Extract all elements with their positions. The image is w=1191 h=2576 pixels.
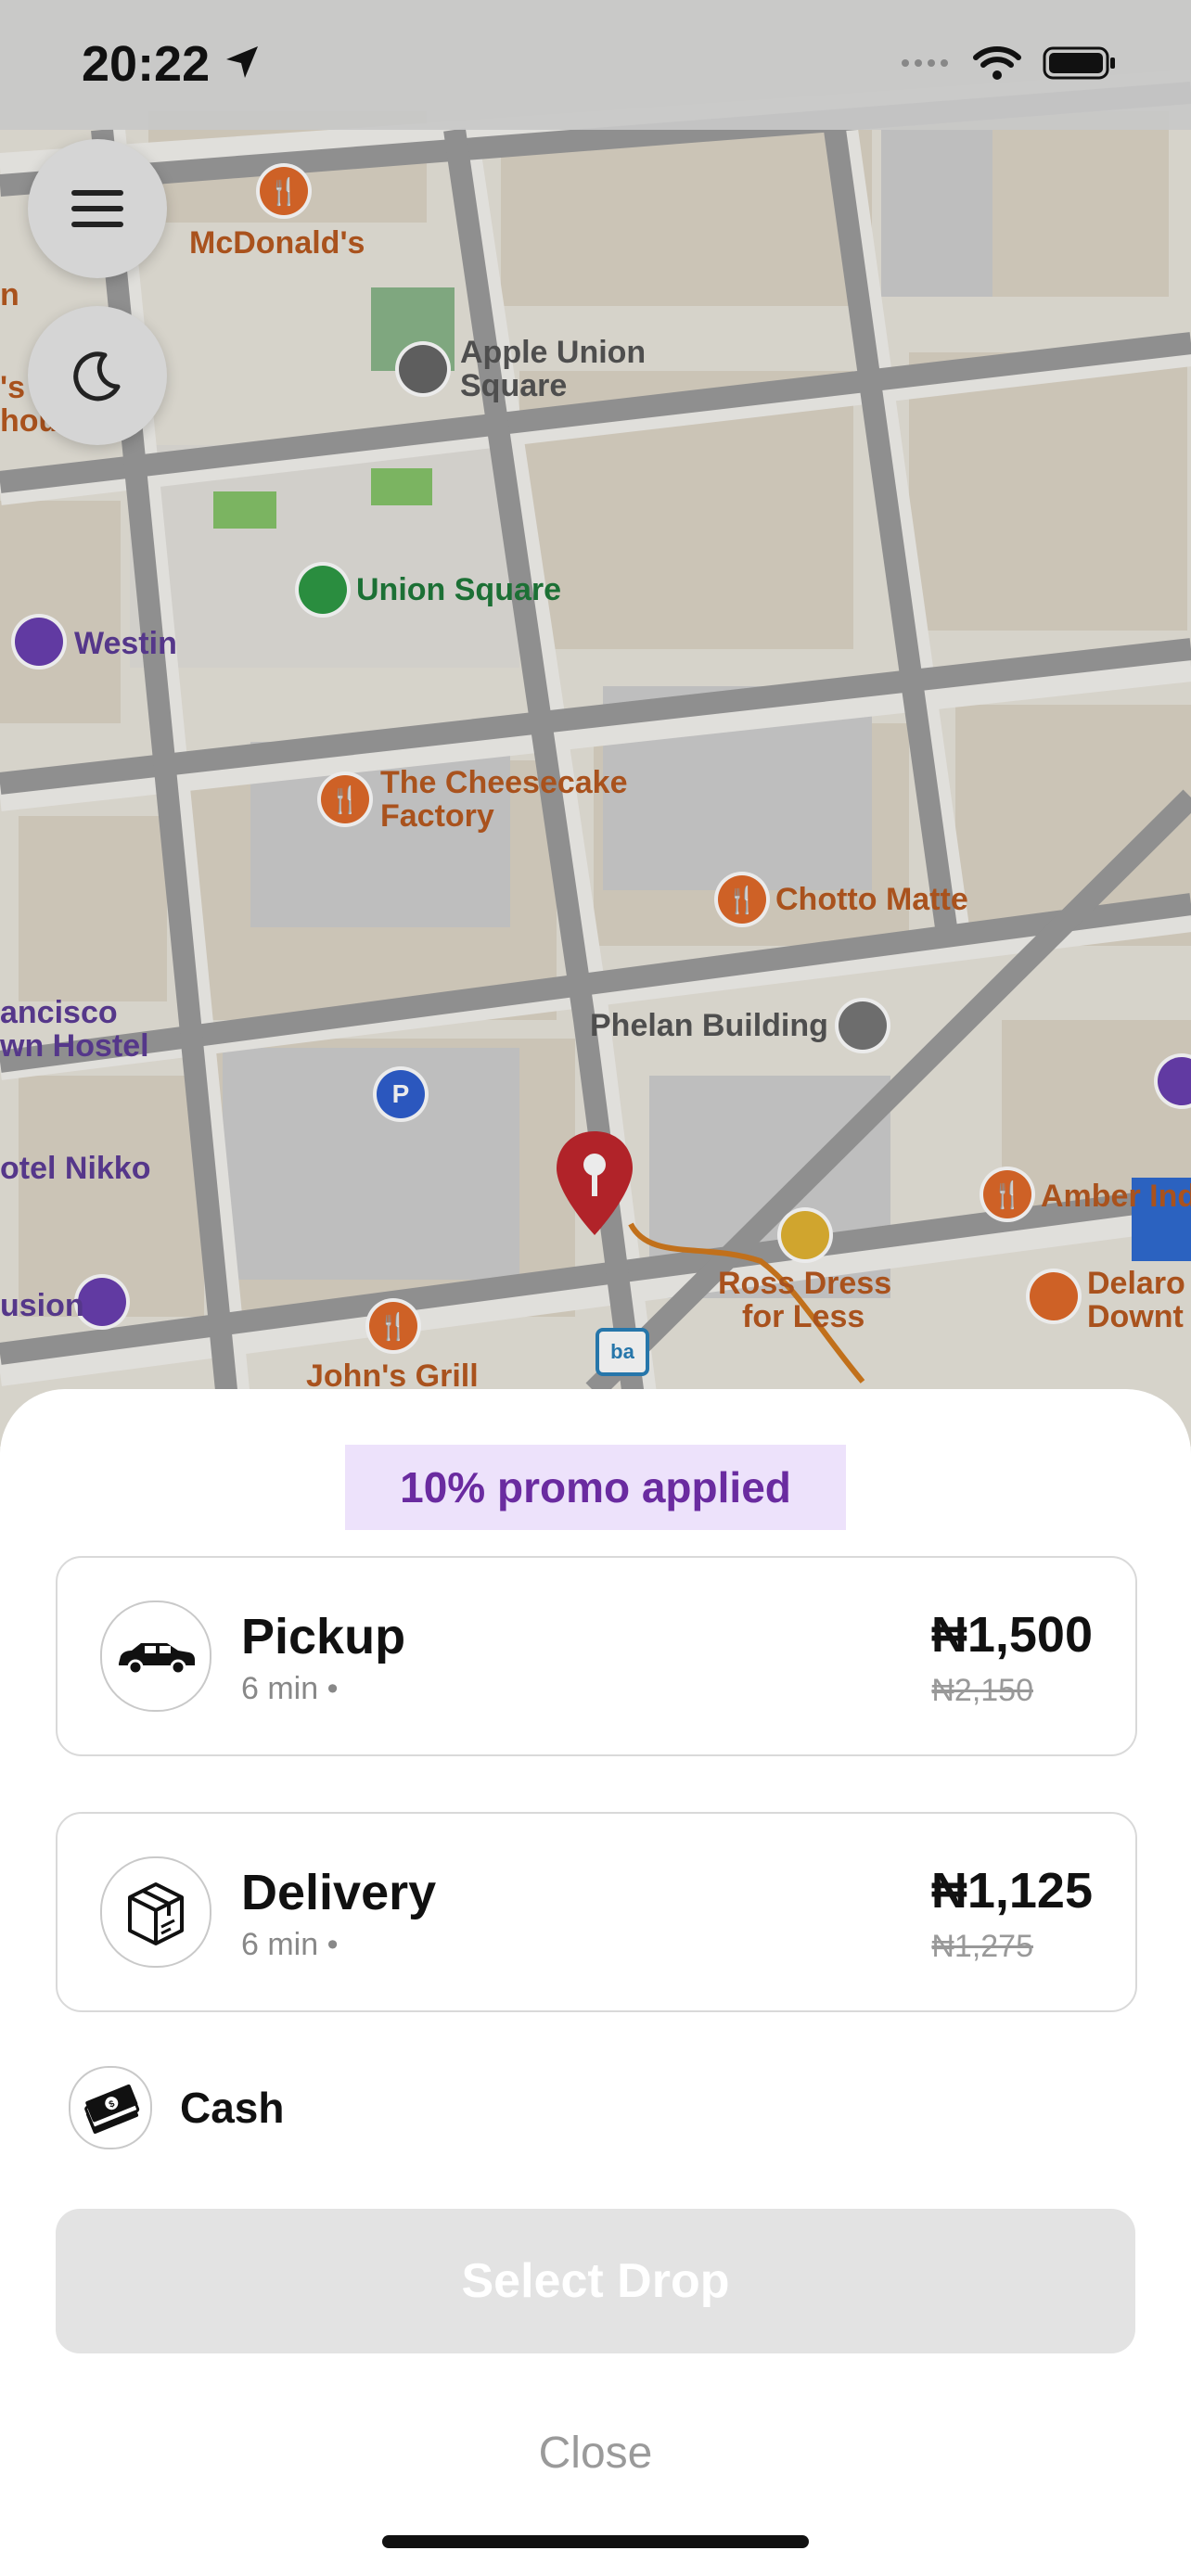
map-label-sf-hostel: ancisco xyxy=(0,995,118,1030)
map-label-johns-grill: John's Grill xyxy=(306,1358,479,1394)
pizza-pin-icon[interactable] xyxy=(1030,1272,1078,1320)
hamburger-icon xyxy=(71,190,123,227)
option-price: ₦1,125 xyxy=(930,1863,1093,1919)
payment-label: Cash xyxy=(180,2084,285,2132)
map-label-apple: Apple Union xyxy=(460,335,647,370)
restaurant-pin-icon[interactable]: 🍴 xyxy=(369,1302,417,1350)
restaurant-pin-icon[interactable]: 🍴 xyxy=(321,775,369,823)
map-label-phelan: Phelan Building xyxy=(590,1008,828,1043)
restaurant-pin-icon[interactable]: 🍴 xyxy=(983,1170,1031,1218)
promo-badge: 10% promo applied xyxy=(345,1445,846,1530)
map-label-nikko: otel Nikko xyxy=(0,1151,151,1186)
park-pin-icon[interactable] xyxy=(299,566,347,614)
map-label-fragment-3: n xyxy=(0,277,19,312)
hotel-pin-icon[interactable] xyxy=(78,1278,126,1326)
payment-method[interactable]: $ Cash xyxy=(69,2066,284,2149)
map-label-mcdonalds: McDonald's xyxy=(189,225,365,261)
hotel-pin-icon[interactable] xyxy=(15,618,63,666)
map-label-delarosa: Delaro xyxy=(1087,1266,1185,1301)
ride-options-sheet: 10% promo applied Pickup 6 min • ₦1,500 … xyxy=(0,1389,1191,2576)
option-delivery[interactable]: Delivery 6 min • ₦1,125 ₦1,275 xyxy=(56,1812,1137,2012)
map-label-sf-hostel-2: wn Hostel xyxy=(0,1028,149,1064)
map-label-chotto-matte: Chotto Matte xyxy=(775,882,968,917)
building-pin-icon[interactable] xyxy=(839,1001,887,1050)
apple-store-pin-icon[interactable] xyxy=(399,345,447,393)
map-label-cheesecake: The Cheesecake xyxy=(380,765,628,800)
status-time: 20:22 xyxy=(82,36,211,92)
option-eta: 6 min • xyxy=(241,1927,339,1962)
location-pin-icon[interactable] xyxy=(553,1128,636,1239)
wifi-icon xyxy=(973,46,1021,80)
restaurant-pin-icon[interactable]: 🍴 xyxy=(718,875,766,924)
map-label-amber: Amber Ind xyxy=(1041,1179,1191,1214)
map-label-delarosa-2: Downt xyxy=(1087,1299,1184,1334)
status-bar: 20:22 xyxy=(0,0,1191,130)
option-price: ₦1,500 xyxy=(930,1607,1093,1663)
cash-icon: $ xyxy=(69,2066,152,2149)
map-label-fusion: usion xyxy=(0,1288,84,1323)
restaurant-pin-icon[interactable]: 🍴 xyxy=(260,167,308,215)
option-old-price: ₦1,275 xyxy=(931,1929,1033,1964)
package-icon xyxy=(100,1856,211,1968)
bike-share-icon[interactable]: ba xyxy=(596,1328,649,1376)
map-label-fragment: 's xyxy=(0,370,25,405)
map-label-union-square: Union Square xyxy=(356,572,562,607)
home-indicator xyxy=(382,2535,809,2548)
map-label-ross-2: for Less xyxy=(742,1299,865,1334)
option-title: Delivery xyxy=(241,1865,437,1920)
close-button[interactable]: Close xyxy=(0,2428,1191,2479)
signal-icon xyxy=(902,59,948,67)
map-label-apple-2: Square xyxy=(460,368,568,403)
map-label-westin: Westin xyxy=(74,626,177,661)
parking-pin-icon[interactable]: P xyxy=(377,1070,425,1118)
location-arrow-icon xyxy=(226,46,258,78)
moon-icon xyxy=(73,351,121,402)
map-view[interactable]: 🍴 🍴 🍴 P 🍴 🍴 McDonald's Apple Union Squar… xyxy=(0,0,1191,1447)
option-title: Pickup xyxy=(241,1609,406,1664)
map-label-ross: Ross Dress xyxy=(718,1266,892,1301)
menu-button[interactable] xyxy=(28,139,167,278)
option-eta: 6 min • xyxy=(241,1671,339,1706)
shopping-pin-icon[interactable] xyxy=(781,1211,829,1259)
option-old-price: ₦2,150 xyxy=(931,1673,1033,1708)
dark-mode-button[interactable] xyxy=(28,306,167,445)
option-pickup[interactable]: Pickup 6 min • ₦1,500 ₦2,150 xyxy=(56,1556,1137,1756)
battery-icon xyxy=(1043,46,1115,80)
select-drop-button[interactable]: Select Drop xyxy=(56,2209,1135,2353)
car-icon xyxy=(100,1600,211,1712)
map-label-cheesecake-2: Factory xyxy=(380,798,494,834)
